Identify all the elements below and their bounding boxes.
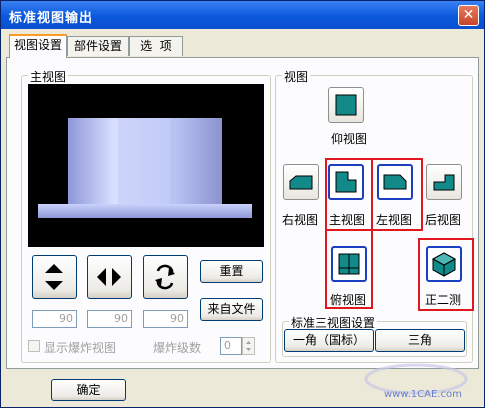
explode-level-spinner[interactable] <box>242 337 255 355</box>
explode-view-label: 显示爆炸视图 <box>44 341 117 355</box>
third-angle-label: 三角 <box>407 333 432 347</box>
close-button[interactable]: ✕ <box>458 5 479 26</box>
back-view-button[interactable] <box>426 164 462 200</box>
rotate-z-value[interactable]: 90 <box>143 310 188 328</box>
tab-view-settings[interactable]: 视图设置 <box>9 34 67 58</box>
title-bar: 标准视图输出 ✕ <box>1 1 484 29</box>
right-view-button[interactable] <box>283 164 319 200</box>
third-angle-button[interactable]: 三角 <box>375 329 465 352</box>
first-angle-label: 一角（国标） <box>292 333 365 347</box>
model-render <box>38 118 252 218</box>
rotate-arrows-icon <box>155 264 175 290</box>
reset-button[interactable]: 重置 <box>200 260 263 283</box>
ok-label: 确定 <box>76 383 101 397</box>
bottom-view-label: 仰视图 <box>331 132 368 146</box>
close-icon: ✕ <box>462 7 475 23</box>
highlight-left-view <box>371 158 423 231</box>
right-view-label: 右视图 <box>282 213 319 227</box>
first-angle-button[interactable]: 一角（国标） <box>284 329 374 352</box>
window-title: 标准视图输出 <box>9 11 94 26</box>
dialog-window: 标准视图输出 ✕ 视图设置 部件设置 选 项 主视图 90 90 90 重置 来… <box>0 0 485 408</box>
model-preview[interactable] <box>28 84 264 247</box>
main-view-group-label: 主视图 <box>28 68 69 85</box>
spinner-arrows-icon <box>246 341 251 351</box>
from-file-label: 来自文件 <box>207 302 256 316</box>
left-right-arrow-icon <box>97 268 121 286</box>
reset-label: 重置 <box>219 264 244 278</box>
bottom-view-icon <box>335 94 357 116</box>
rotate-x-value[interactable]: 90 <box>32 310 77 328</box>
rotate-spin-button[interactable] <box>143 255 188 299</box>
rotate-up-down-button[interactable] <box>32 255 77 299</box>
rotate-left-right-button[interactable] <box>87 255 132 299</box>
explode-level-input[interactable]: 0 <box>220 337 242 355</box>
right-view-icon <box>289 175 313 190</box>
watermark-url: www.1CAE.com <box>384 389 462 400</box>
tab-options[interactable]: 选 项 <box>129 36 183 56</box>
tab-label: 选 项 <box>140 39 172 53</box>
highlight-top-view <box>325 229 373 309</box>
back-view-icon <box>433 174 455 191</box>
bottom-view-button[interactable] <box>328 87 364 123</box>
explode-view-checkbox[interactable] <box>28 340 40 352</box>
tab-part-settings[interactable]: 部件设置 <box>67 36 129 56</box>
ok-button[interactable]: 确定 <box>51 379 126 401</box>
from-file-button[interactable]: 来自文件 <box>200 298 263 321</box>
views-group-label: 视图 <box>282 68 311 85</box>
highlight-main-view <box>325 158 373 231</box>
tab-label: 部件设置 <box>73 39 122 53</box>
explode-level-label: 爆炸级数 <box>153 341 202 355</box>
up-down-arrow-icon <box>45 264 63 290</box>
back-view-label: 后视图 <box>425 213 462 227</box>
rotate-y-value[interactable]: 90 <box>87 310 132 328</box>
tab-label: 视图设置 <box>13 38 62 52</box>
highlight-isometric-view <box>418 238 474 311</box>
watermark-logo: www.1CAE.com <box>356 361 481 405</box>
